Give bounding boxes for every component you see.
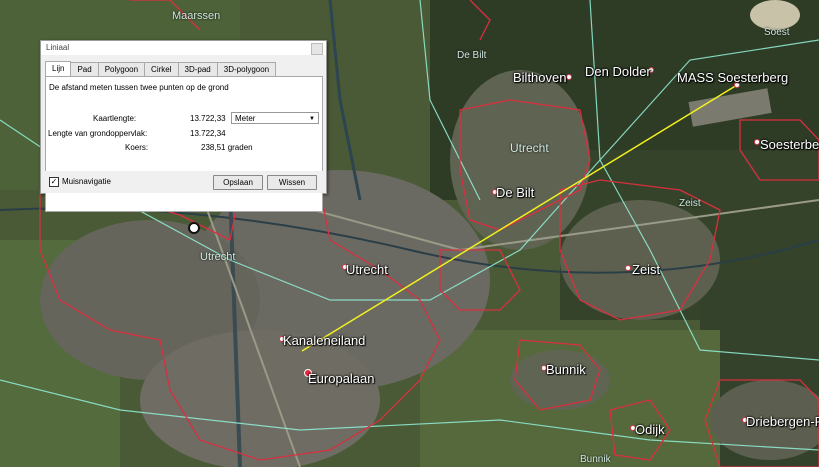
dialog-title: Liniaal <box>41 41 326 55</box>
tab-circle[interactable]: Cirkel <box>144 62 179 76</box>
place-label-mass: MASS Soesterberg <box>677 70 789 85</box>
ruler-dialog[interactable]: Liniaal Lijn Pad Polygoon Cirkel 3D-pad … <box>40 40 327 212</box>
chevron-down-icon: ▼ <box>309 116 315 122</box>
place-label-soesterberg: Soesterberg <box>760 137 819 152</box>
station-icon <box>188 222 200 234</box>
heading-label: Koers: <box>125 143 149 152</box>
tab-path[interactable]: Pad <box>70 62 99 76</box>
place-label-zeist-small: Zeist <box>679 198 701 209</box>
mouse-navigation-checkbox[interactable]: ✓ <box>49 177 59 187</box>
place-label-utrecht-ne: Utrecht <box>510 141 549 155</box>
close-button[interactable] <box>311 43 323 55</box>
map-length-value: 13.722,33 <box>190 114 226 123</box>
place-label-driebergen: Driebergen-Ri <box>746 414 819 429</box>
place-label-odijk: Odijk <box>635 422 665 437</box>
heading-value: 238,51 graden <box>201 143 253 152</box>
place-label-maarssen: Maarssen <box>172 10 221 22</box>
unit-selected-value: Meter <box>235 114 256 123</box>
tab-3d-path[interactable]: 3D-pad <box>177 62 218 76</box>
place-dot-bilthoven <box>566 74 572 80</box>
place-label-dendolder: Den Dolder <box>585 64 651 79</box>
mouse-navigation-label: Muisnavigatie <box>62 177 111 186</box>
ground-length-value: 13.722,34 <box>190 129 226 138</box>
clear-button[interactable]: Wissen <box>267 175 317 190</box>
unit-select[interactable]: Meter ▼ <box>231 112 319 124</box>
place-dot-zeist <box>625 265 631 271</box>
place-label-zeist: Zeist <box>632 262 661 277</box>
tab-bar: Lijn Pad Polygoon Cirkel 3D-pad 3D-polyg… <box>45 61 277 77</box>
place-label-debilt: De Bilt <box>496 185 535 200</box>
place-label-kanaleneiland: Kanaleneiland <box>283 333 366 348</box>
ground-length-label: Lengte van grondoppervlak: <box>48 129 148 138</box>
tab-line[interactable]: Lijn <box>45 61 72 77</box>
place-label-soest: Soest <box>764 27 790 38</box>
place-label-europalaan: Europalaan <box>308 371 375 386</box>
map-length-label: Kaartlengte: <box>93 114 137 123</box>
place-label-bunnik-small: Bunnik <box>580 454 611 465</box>
save-button[interactable]: Opslaan <box>213 175 263 190</box>
place-label-bunnik: Bunnik <box>546 362 586 377</box>
place-label-utrecht: Utrecht <box>346 262 388 277</box>
tab-polygon[interactable]: Polygoon <box>97 62 146 76</box>
tab-3d-polygon[interactable]: 3D-polygoon <box>216 62 277 76</box>
place-label-utrecht-w: Utrecht <box>200 251 236 263</box>
place-label-debilt-small: De Bilt <box>457 50 487 61</box>
dialog-footer: ✓ Muisnavigatie Opslaan Wissen <box>41 171 326 193</box>
description-text: De afstand meten tussen twee punten op d… <box>49 83 229 92</box>
place-label-bilthoven: Bilthoven <box>513 70 567 85</box>
